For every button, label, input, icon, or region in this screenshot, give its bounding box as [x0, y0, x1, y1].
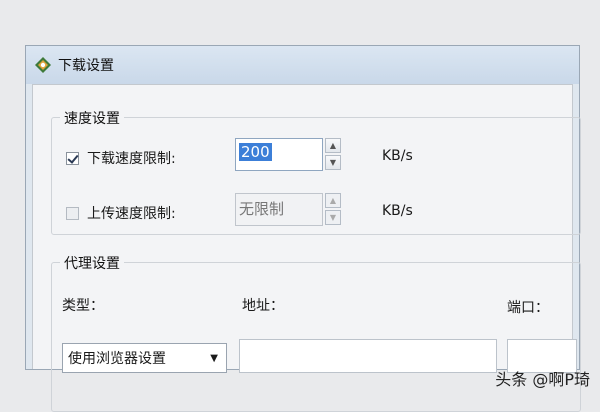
- download-limit-row: 下载速度限制:: [66, 148, 176, 168]
- download-increase-button[interactable]: ▲: [325, 138, 341, 153]
- proxy-type-label: 类型：: [62, 298, 104, 314]
- download-settings-window: 下载设置 速度设置 下载速度限制: 200 ▲ ▼ KB/s 上传速度限制: 无…: [25, 45, 581, 412]
- speed-group-label: 速度设置: [60, 108, 124, 128]
- upload-decrease-button[interactable]: ▼: [325, 210, 341, 225]
- app-icon: [35, 57, 51, 73]
- download-spin-buttons: ▲ ▼: [325, 138, 341, 172]
- upload-spin-buttons: ▲ ▼: [325, 193, 341, 227]
- download-decrease-button[interactable]: ▼: [325, 155, 341, 170]
- dialog-client-area: 速度设置 下载速度限制: 200 ▲ ▼ KB/s 上传速度限制: 无限制 ▲ …: [32, 84, 581, 412]
- watermark-text: 头条 @啊P琦: [495, 370, 590, 389]
- upload-limit-value: 无限制: [239, 200, 285, 218]
- proxy-group-label: 代理设置: [60, 253, 124, 273]
- upload-limit-checkbox[interactable]: [66, 206, 79, 220]
- proxy-type-select[interactable]: 使用浏览器设置 ▼: [62, 343, 227, 373]
- download-limit-spinner: 200 ▲ ▼: [235, 138, 341, 172]
- proxy-type-value: 使用浏览器设置: [68, 351, 166, 367]
- title-bar[interactable]: 下载设置: [26, 46, 579, 84]
- proxy-address-input[interactable]: [239, 339, 497, 373]
- download-limit-value: 200: [239, 143, 272, 161]
- proxy-port-label: 端口：: [507, 300, 549, 316]
- download-unit: KB/s: [382, 148, 413, 164]
- chevron-down-icon: ▼: [329, 213, 337, 222]
- upload-limit-label[interactable]: 上传速度限制:: [87, 203, 176, 223]
- upload-unit: KB/s: [382, 203, 413, 219]
- chevron-up-icon: ▲: [329, 196, 337, 205]
- download-limit-label[interactable]: 下载速度限制:: [87, 148, 176, 168]
- chevron-down-icon: ▼: [329, 158, 337, 167]
- window-title: 下载设置: [58, 58, 114, 74]
- proxy-address-label: 地址：: [242, 298, 284, 314]
- upload-increase-button[interactable]: ▲: [325, 193, 341, 208]
- download-limit-input[interactable]: 200: [235, 138, 323, 171]
- chevron-up-icon: ▲: [329, 141, 337, 150]
- upload-limit-row: 上传速度限制:: [66, 203, 176, 223]
- dropdown-arrow-icon: ▼: [210, 353, 218, 364]
- upload-limit-spinner: 无限制 ▲ ▼: [235, 193, 341, 227]
- speed-settings-group: 速度设置 下载速度限制: 200 ▲ ▼ KB/s 上传速度限制: 无限制 ▲ …: [51, 108, 581, 235]
- download-limit-checkbox[interactable]: [66, 151, 79, 165]
- upload-limit-input[interactable]: 无限制: [235, 193, 323, 226]
